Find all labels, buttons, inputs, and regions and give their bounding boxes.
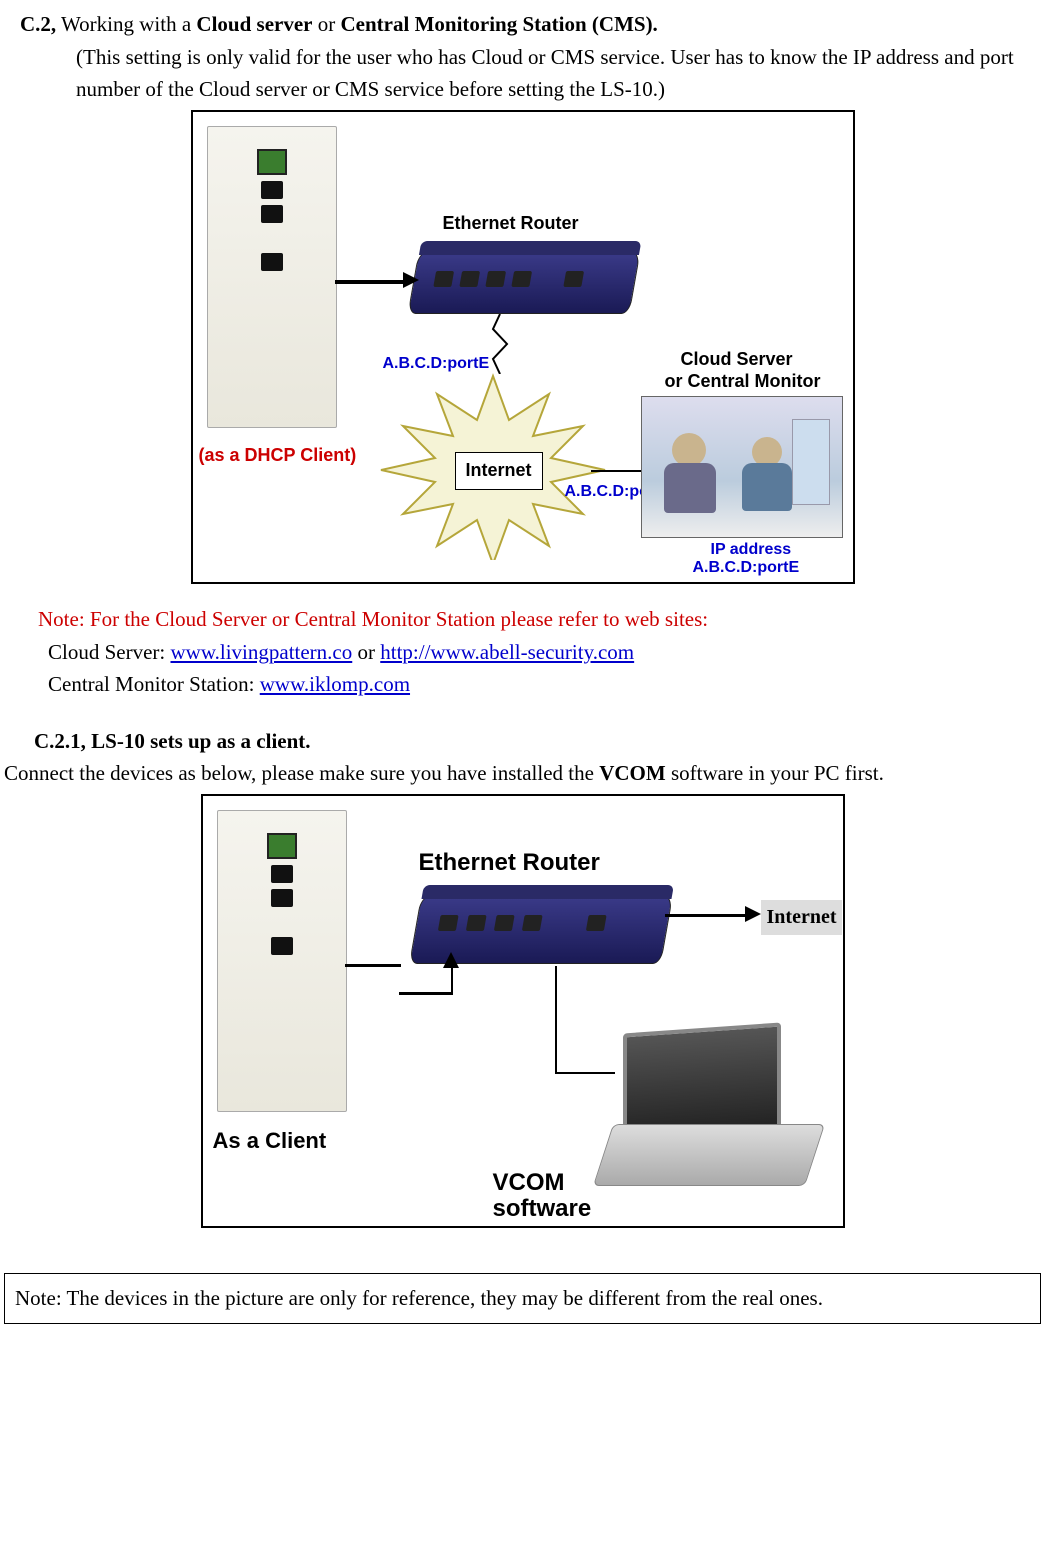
arrow-dev-up-h2 bbox=[399, 992, 453, 995]
ls10-device-2 bbox=[217, 810, 347, 1112]
cms-link-line: Central Monitor Station: www.iklomp.com bbox=[4, 668, 1041, 701]
c21-body-post: software in your PC first. bbox=[666, 761, 884, 785]
cloud-server-photo bbox=[641, 396, 843, 538]
ip-address-value: A.B.C.D:portE bbox=[693, 556, 800, 581]
link-iklomp[interactable]: www.iklomp.com bbox=[260, 672, 410, 696]
red-note: Note: For the Cloud Server or Central Mo… bbox=[4, 603, 1041, 636]
arrow-dev-up-v bbox=[451, 966, 453, 992]
c2-mid1: Working with a bbox=[56, 12, 196, 36]
cms-prefix: Central Monitor Station: bbox=[48, 672, 260, 696]
c21-body: Connect the devices as below, please mak… bbox=[4, 757, 1041, 790]
link-abell[interactable]: http://www.abell-security.com bbox=[380, 640, 634, 664]
zigzag-line-icon bbox=[485, 314, 515, 374]
arrow-head-icon bbox=[443, 952, 459, 968]
ethernet-router-1 bbox=[407, 252, 640, 314]
ethernet-router-label-1: Ethernet Router bbox=[443, 210, 579, 238]
arrow-head-icon bbox=[403, 272, 419, 288]
arrow-device-router bbox=[335, 280, 405, 284]
bottom-note-text: Note: The devices in the picture are onl… bbox=[15, 1286, 823, 1310]
ls10-device bbox=[207, 126, 337, 428]
c2-bold2: Central Monitoring Station (CMS). bbox=[341, 12, 658, 36]
as-client-label: As a Client bbox=[213, 1124, 327, 1158]
link-livingpattern[interactable]: www.livingpattern.co bbox=[170, 640, 352, 664]
section-c2-heading: C.2, Working with a Cloud server or Cent… bbox=[4, 8, 1041, 41]
arrow-dev-up-h bbox=[345, 964, 401, 967]
laptop-device bbox=[603, 1028, 833, 1198]
vcom-label-2: software bbox=[493, 1190, 592, 1227]
diagram-client: As a Client Ethernet Router Internet VCO… bbox=[201, 794, 845, 1228]
arrow-router-internet bbox=[665, 914, 747, 917]
cloud-server-links: Cloud Server: www.livingpattern.co or ht… bbox=[4, 636, 1041, 669]
line-router-laptop-v bbox=[555, 966, 557, 1072]
c21-heading-text: C.2.1, LS-10 sets up as a client. bbox=[34, 729, 311, 753]
c21-body-pre: Connect the devices as below, please mak… bbox=[4, 761, 599, 785]
c2-subtext: (This setting is only valid for the user… bbox=[4, 41, 1041, 106]
internet-box-1: Internet bbox=[455, 452, 543, 490]
c21-body-bold: VCOM bbox=[599, 761, 666, 785]
internet-tag: Internet bbox=[761, 900, 843, 935]
or-text: or bbox=[352, 640, 380, 664]
cloud-server-prefix: Cloud Server: bbox=[48, 640, 170, 664]
ethernet-router-label-2: Ethernet Router bbox=[419, 844, 600, 881]
dhcp-client-label: (as a DHCP Client) bbox=[199, 442, 357, 470]
section-c21-heading: C.2.1, LS-10 sets up as a client. bbox=[4, 725, 1041, 758]
diagram-cloud-cms: (as a DHCP Client) Ethernet Router A.B.C… bbox=[191, 110, 855, 584]
c2-prefix: C.2, bbox=[20, 12, 56, 36]
c2-mid2: or bbox=[313, 12, 341, 36]
arrow-head-icon bbox=[745, 906, 761, 922]
c2-bold1: Cloud server bbox=[196, 12, 312, 36]
bottom-note-box: Note: The devices in the picture are onl… bbox=[4, 1273, 1041, 1324]
